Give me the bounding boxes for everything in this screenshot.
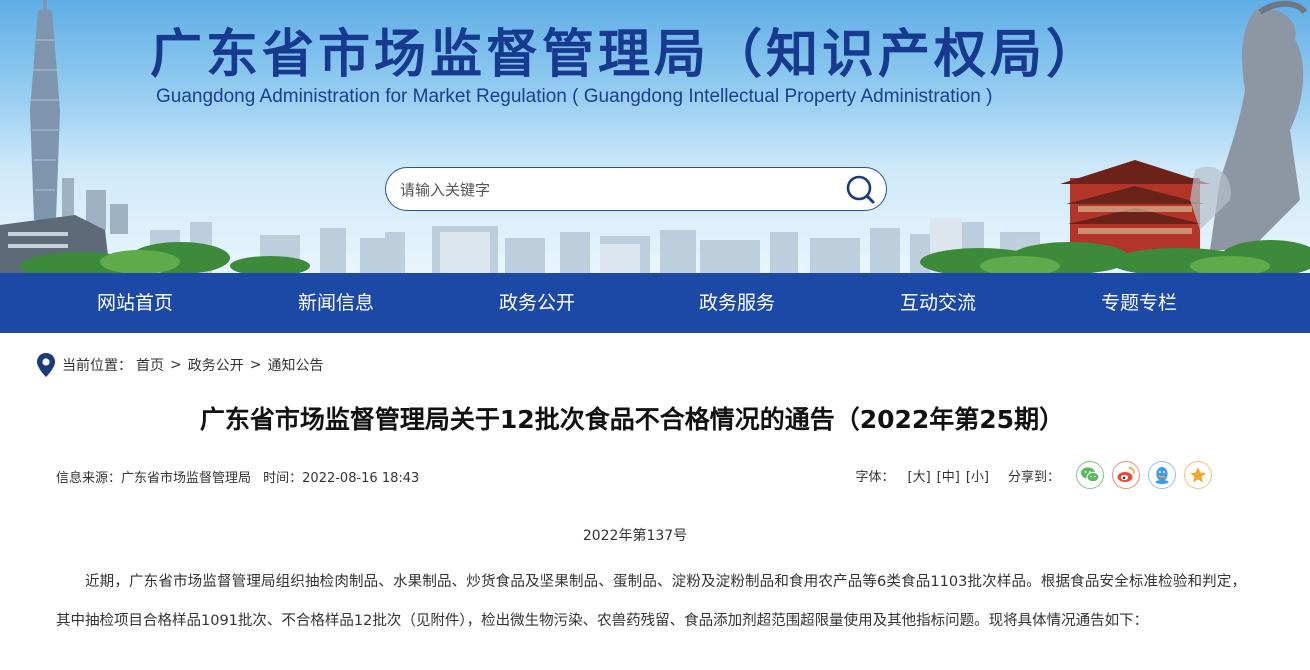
breadcrumb-notices[interactable]: 通知公告 <box>267 355 323 375</box>
header-banner: 广东省市场监督管理局（知识产权局） Guangdong Administrati… <box>0 0 1310 273</box>
weibo-icon <box>1117 467 1135 482</box>
breadcrumb-prefix: 当前位置： <box>62 358 132 374</box>
qq-icon <box>1155 467 1169 484</box>
share-qq-button[interactable] <box>1148 461 1176 489</box>
search-input[interactable] <box>400 178 840 202</box>
font-size-small-button[interactable]: [小] <box>966 466 989 485</box>
article-time: 时间：2022-08-16 18:43 <box>263 471 420 486</box>
site-subtitle: Guangdong Administration for Market Regu… <box>156 86 993 107</box>
search-box <box>385 167 887 211</box>
nav-item-government-services[interactable]: 政务服务 <box>637 273 837 333</box>
favorite-star-icon <box>1190 467 1206 483</box>
article-body: 近期，广东省市场监督管理局组织抽检肉制品、水果制品、炒货食品及坚果制品、蛋制品、… <box>56 574 1246 629</box>
location-pin-icon <box>37 353 55 377</box>
article-source: 信息来源：广东省市场监督管理局 <box>56 471 252 486</box>
canton-tower <box>30 0 60 220</box>
breadcrumb-separator: > <box>170 357 182 373</box>
article-tools: 字体： [大] [中] [小] 分享到： <box>855 459 1212 491</box>
search-button[interactable] <box>844 173 878 207</box>
breadcrumb-government-affairs[interactable]: 政务公开 <box>188 355 244 375</box>
main-nav: 网站首页 新闻信息 政务公开 政务服务 互动交流 专题专栏 <box>0 273 1310 333</box>
font-size-medium-button[interactable]: [中] <box>937 466 960 485</box>
search-icon <box>846 175 875 204</box>
nav-item-home[interactable]: 网站首页 <box>35 273 235 333</box>
font-size-label: 字体： <box>855 469 895 485</box>
nav-item-news[interactable]: 新闻信息 <box>236 273 436 333</box>
breadcrumb-separator: > <box>249 357 262 373</box>
goat-statue <box>1210 0 1308 250</box>
wechat-icon <box>1081 467 1100 483</box>
font-size-large-button[interactable]: [大] <box>908 466 931 485</box>
article-meta: 信息来源：广东省市场监督管理局 时间：2022-08-16 18:43 <box>56 467 419 486</box>
nav-item-government-affairs[interactable]: 政务公开 <box>437 273 637 333</box>
nav-item-interaction[interactable]: 互动交流 <box>838 273 1038 333</box>
site-title: 广东省市场监督管理局（知识产权局） <box>150 25 1103 85</box>
document-number: 2022年第137号 <box>582 528 688 544</box>
share-label: 分享到： <box>1007 469 1060 485</box>
breadcrumb-home[interactable]: 首页 <box>136 355 164 375</box>
breadcrumb: 当前位置： 首页 > 政务公开 > 通知公告 <box>36 353 323 377</box>
article-title: 广东省市场监督管理局关于12批次食品不合格情况的通告（2022年第25期） <box>199 405 1065 434</box>
nav-item-special-topics[interactable]: 专题专栏 <box>1039 273 1239 333</box>
share-favorite-button[interactable] <box>1184 461 1212 489</box>
share-weibo-button[interactable] <box>1112 461 1140 489</box>
share-wechat-button[interactable] <box>1076 461 1104 489</box>
